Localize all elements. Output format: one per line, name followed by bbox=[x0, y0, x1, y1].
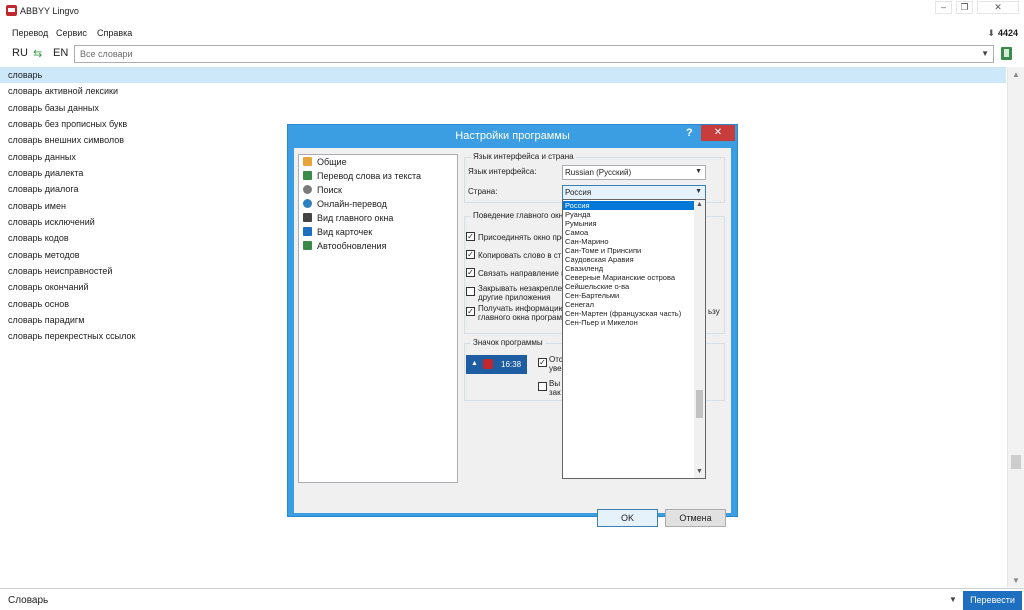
bottom-bar: Словарь ▼ Перевести bbox=[0, 588, 1024, 610]
tree-item-main-window[interactable]: Вид главного окна bbox=[303, 213, 393, 226]
close-unpinned-checkbox[interactable] bbox=[466, 287, 475, 296]
behavior-group-label: Поведение главного окна bbox=[471, 211, 570, 220]
country-label: Страна: bbox=[468, 187, 498, 196]
list-item[interactable]: словарь bbox=[0, 67, 1006, 83]
country-option[interactable]: Саудовская Аравия bbox=[563, 255, 694, 264]
chevron-down-icon: ▼ bbox=[695, 168, 702, 175]
language-group-label: Язык интерфейса и страна bbox=[471, 152, 576, 161]
country-option[interactable]: Сен-Пьер и Микелон bbox=[563, 318, 694, 327]
folder-icon bbox=[303, 157, 312, 166]
interface-language-select[interactable]: Russian (Русский) ▼ bbox=[562, 165, 706, 180]
country-option[interactable]: Сенегал bbox=[563, 300, 694, 309]
close-button[interactable]: ✕ bbox=[977, 1, 1019, 14]
link-direction-checkbox[interactable]: ✓ bbox=[466, 268, 475, 277]
chevron-up-icon: ▲ bbox=[471, 360, 478, 367]
program-icon-group-label: Значок программы bbox=[471, 338, 545, 347]
window-icon bbox=[303, 213, 312, 222]
country-option[interactable]: Румыния bbox=[563, 219, 694, 228]
word-counter: ⬇ 4424 bbox=[987, 28, 1018, 38]
ok-button[interactable]: OK bbox=[597, 509, 658, 527]
scroll-up-icon[interactable]: ▲ bbox=[696, 201, 703, 208]
update-icon bbox=[303, 241, 312, 250]
search-icon bbox=[303, 185, 312, 194]
country-select[interactable]: Россия ▼ bbox=[562, 185, 706, 200]
show-notifications-checkbox[interactable]: ✓ bbox=[538, 358, 547, 367]
tree-item-general[interactable]: Общие bbox=[303, 157, 347, 170]
country-option[interactable]: Сен-Бартельми bbox=[563, 291, 694, 300]
lingvo-tray-icon bbox=[483, 359, 493, 369]
settings-tree: Общие Перевод слова из текста Поиск Онла… bbox=[298, 154, 458, 483]
dropdown-scrollbar[interactable]: ▲ ▼ bbox=[694, 200, 705, 478]
menu-help[interactable]: Справка bbox=[97, 28, 132, 38]
tray-preview: ▲ 16:38 bbox=[466, 355, 527, 374]
tree-item-updates[interactable]: Автообновления bbox=[303, 241, 386, 254]
country-option[interactable]: Свазиленд bbox=[563, 264, 694, 273]
window-title: ABBYY Lingvo bbox=[20, 6, 79, 16]
tree-item-text-translation[interactable]: Перевод слова из текста bbox=[303, 171, 421, 184]
download-icon: ⬇ bbox=[987, 28, 995, 38]
country-option[interactable]: Сан-Марино bbox=[563, 237, 694, 246]
dictionary-filter-input[interactable]: Все словари ▼ bbox=[74, 45, 994, 63]
dropdown-scrollbar-thumb[interactable] bbox=[696, 390, 703, 418]
scroll-down-icon[interactable]: ▼ bbox=[696, 468, 703, 475]
cancel-button[interactable]: Отмена bbox=[665, 509, 726, 527]
tray-time: 16:38 bbox=[501, 360, 522, 369]
chevron-down-icon[interactable]: ▼ bbox=[949, 595, 957, 604]
translate-button[interactable]: Перевести bbox=[963, 591, 1022, 610]
menu-translation[interactable]: Перевод bbox=[12, 28, 48, 38]
search-bar: RU ⇆ EN Все словари ▼ bbox=[0, 42, 1024, 66]
dialog-close-button[interactable]: ✕ bbox=[701, 125, 735, 141]
copy-word-checkbox[interactable]: ✓ bbox=[466, 250, 475, 259]
lingvo-logo-icon bbox=[6, 5, 17, 16]
dictionaries-icon[interactable] bbox=[1001, 47, 1012, 60]
country-option[interactable]: Сейшельские о-ва bbox=[563, 282, 694, 291]
scrollbar-thumb[interactable] bbox=[1011, 455, 1021, 469]
country-option[interactable]: Сан-Томе и Принсипи bbox=[563, 246, 694, 255]
dialog-title: Настройки программы bbox=[455, 130, 570, 142]
target-language[interactable]: EN bbox=[53, 47, 68, 59]
scroll-down-icon[interactable]: ▼ bbox=[1012, 576, 1020, 585]
globe-icon bbox=[303, 199, 312, 208]
country-option[interactable]: Северные Марианские острова bbox=[563, 273, 694, 282]
menu-bar: Перевод Сервис Справка ⬇ 4424 bbox=[0, 24, 1024, 41]
source-language[interactable]: RU bbox=[12, 47, 28, 59]
tree-item-cards[interactable]: Вид карточек bbox=[303, 227, 372, 240]
minimize-button[interactable]: – bbox=[935, 1, 952, 14]
interface-language-label: Язык интерфейса: bbox=[468, 167, 537, 176]
country-option[interactable]: Руанда bbox=[563, 210, 694, 219]
word-list-scrollbar[interactable]: ▲ ▼ bbox=[1007, 67, 1024, 587]
country-dropdown-list: Россия Руанда Румыния Самоа Сан-Марино С… bbox=[562, 199, 706, 479]
tree-item-online-translation[interactable]: Онлайн-перевод bbox=[303, 199, 387, 212]
exit-on-close-checkbox[interactable] bbox=[538, 382, 547, 391]
title-bar: ABBYY Lingvo – ❐ ✕ bbox=[0, 0, 1024, 22]
country-option[interactable]: Россия bbox=[563, 201, 694, 210]
list-item[interactable]: словарь активной лексики bbox=[0, 83, 1006, 99]
list-item[interactable]: словарь базы данных bbox=[0, 100, 1006, 116]
swap-languages-icon[interactable]: ⇆ bbox=[33, 47, 42, 60]
query-input[interactable]: Словарь bbox=[8, 595, 48, 606]
maximize-button[interactable]: ❐ bbox=[956, 1, 973, 14]
chevron-down-icon[interactable]: ▼ bbox=[981, 49, 989, 58]
dictionary-filter-placeholder: Все словари bbox=[80, 49, 133, 59]
document-icon bbox=[303, 171, 312, 180]
scroll-up-icon[interactable]: ▲ bbox=[1012, 70, 1020, 79]
country-option[interactable]: Самоа bbox=[563, 228, 694, 237]
menu-service[interactable]: Сервис bbox=[56, 28, 87, 38]
tree-item-search[interactable]: Поиск bbox=[303, 185, 342, 198]
help-button[interactable]: ? bbox=[686, 127, 693, 139]
country-option[interactable]: Сен-Мартен (французская часть) bbox=[563, 309, 694, 318]
attach-window-checkbox[interactable]: ✓ bbox=[466, 232, 475, 241]
chevron-down-icon: ▼ bbox=[695, 188, 702, 195]
get-info-checkbox[interactable]: ✓ bbox=[466, 307, 475, 316]
cards-icon bbox=[303, 227, 312, 236]
